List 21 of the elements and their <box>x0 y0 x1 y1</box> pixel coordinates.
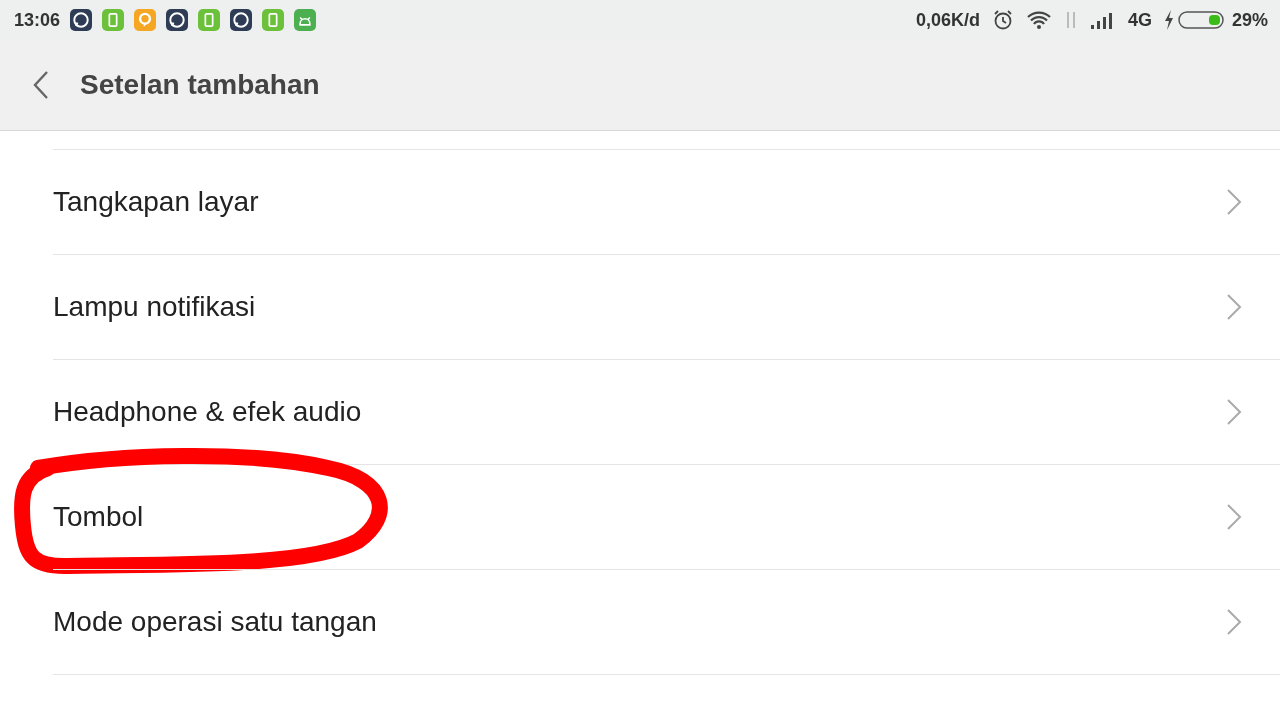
setting-label: Lampu notifikasi <box>53 291 256 323</box>
clock-time: 13:06 <box>14 9 61 31</box>
network-speed: 0,06K/d <box>915 9 980 31</box>
battery-percent: 29% <box>1231 9 1268 31</box>
screen-title: Setelan tambahan <box>80 69 320 101</box>
setting-label: Tombol <box>53 501 144 533</box>
network-type: 4G <box>1127 9 1152 31</box>
chevron-right-icon <box>1226 608 1242 636</box>
setting-label: Headphone & efek audio <box>53 396 362 428</box>
chevron-right-icon <box>1226 503 1242 531</box>
setting-label: Mode operasi satu tangan <box>53 606 377 638</box>
settings-row[interactable]: Tombol <box>53 464 1280 569</box>
chevron-right-icon <box>1226 293 1242 321</box>
settings-row[interactable]: Lampu notifikasi <box>53 254 1280 359</box>
settings-row[interactable]: Headphone & efek audio <box>53 359 1280 464</box>
settings-row[interactable]: Mode operasi satu tangan <box>53 569 1280 674</box>
settings-row[interactable]: Tangkapan layar <box>53 149 1280 254</box>
chevron-right-icon <box>1226 398 1242 426</box>
chevron-right-icon <box>1226 188 1242 216</box>
setting-label: Tangkapan layar <box>53 186 259 218</box>
wifi-icon <box>1025 10 1052 30</box>
